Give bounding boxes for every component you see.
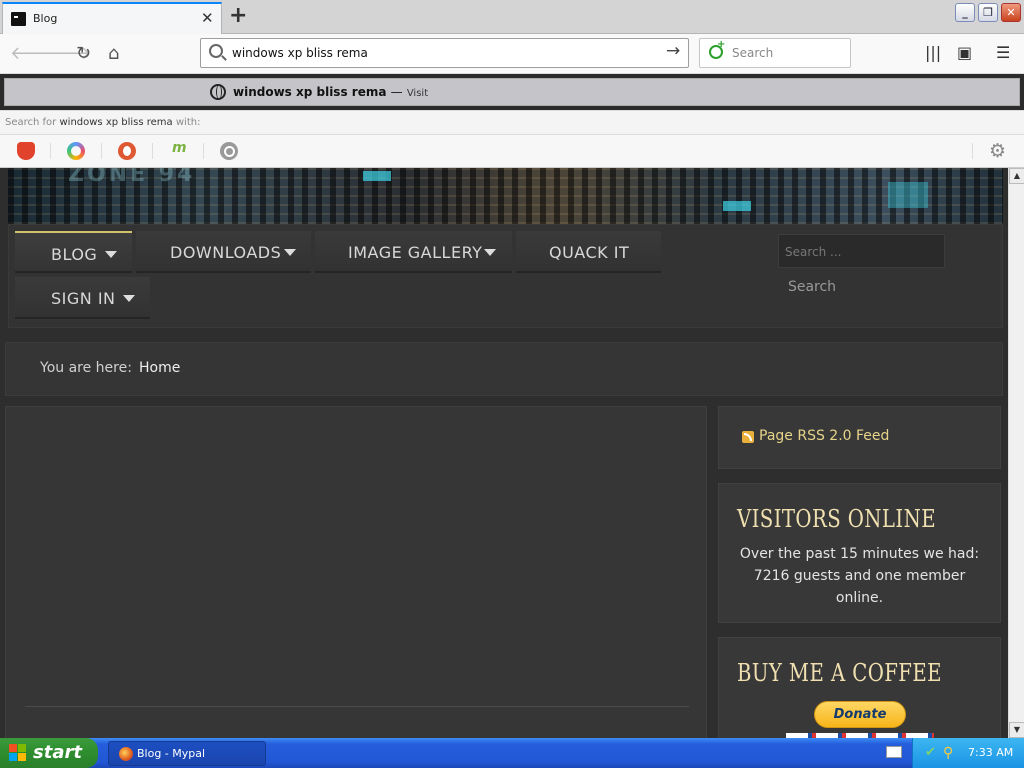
reload-icon[interactable]: ↻: [76, 43, 91, 64]
duckduckgo-icon[interactable]: [118, 142, 136, 160]
separator: [50, 143, 51, 159]
new-tab-icon[interactable]: +: [229, 3, 247, 28]
url-input[interactable]: windows xp bliss rema: [232, 46, 368, 60]
visitors-text: Over the past 15 minutes we had: 7216 gu…: [739, 546, 980, 606]
caret-down-icon: [284, 249, 296, 256]
url-bar[interactable]: windows xp bliss rema →: [200, 38, 689, 68]
rss-icon: [742, 431, 754, 443]
divider: [25, 706, 689, 707]
browser-icon: [119, 747, 133, 761]
menu-item-label: QUACK IT: [549, 243, 630, 262]
visitors-title: VISITORS ONLINE: [737, 505, 936, 533]
site-search-input[interactable]: Search ...: [778, 234, 945, 268]
site-search-button[interactable]: Search: [778, 272, 846, 302]
site-logo[interactable]: ZONE 94: [68, 168, 195, 187]
brave-icon[interactable]: [17, 142, 35, 160]
caret-down-icon: [484, 249, 496, 256]
navigation-bar: 🡐 🡒 ↻ ⌂ windows xp bliss rema → Search |…: [0, 34, 1024, 74]
start-label: start: [33, 742, 82, 763]
gear-icon[interactable]: ⚙: [989, 140, 1006, 162]
menu-item-image-gallery[interactable]: IMAGE GALLERY: [315, 231, 512, 273]
site-banner: ZONE 94: [8, 168, 1003, 224]
search-icon: [209, 44, 223, 58]
rss-widget: Page RSS 2.0 Feed: [718, 406, 1001, 469]
search-tray-icon[interactable]: ⚲: [943, 745, 958, 761]
tab-bar: Blog ✕ + _ ❐ ✕: [0, 0, 1024, 34]
menu-item-label: DOWNLOADS: [170, 243, 282, 262]
tab-title: Blog: [33, 12, 58, 25]
separator: [152, 143, 153, 159]
mojeek-icon[interactable]: m: [172, 140, 190, 158]
close-tab-icon[interactable]: ✕: [201, 9, 214, 27]
taskbar-item-blog[interactable]: Blog - Mypal: [108, 741, 266, 766]
go-arrow-icon[interactable]: →: [666, 41, 680, 61]
add-search-engine-icon: [709, 39, 725, 59]
menu-item-sign-in[interactable]: SIGN IN: [15, 277, 150, 319]
terminal-favicon-icon: [11, 12, 26, 26]
coffee-title: BUY ME A COFFEE: [737, 659, 942, 687]
globe-icon: [210, 84, 226, 100]
coffee-widget: BUY ME A COFFEE Donate: [718, 637, 1001, 738]
system-tray: ✔ ⚲ 7:33 AM: [912, 738, 1024, 768]
start-button[interactable]: start: [0, 738, 98, 768]
network-icon[interactable]: ✔: [925, 745, 940, 760]
clock: 7:33 AM: [968, 746, 1014, 759]
suggestion-text: windows xp bliss rema — Visit: [233, 85, 429, 99]
menu-item-quack-it[interactable]: QUACK IT: [516, 231, 661, 273]
tab-blog[interactable]: Blog ✕: [2, 2, 222, 34]
taskbar: start Blog - Mypal ✔ ⚲ 7:33 AM: [0, 738, 1024, 768]
banner-light: [888, 182, 928, 208]
search-bar[interactable]: Search: [699, 38, 851, 68]
home-icon[interactable]: ⌂: [108, 43, 119, 64]
rss-feed-link[interactable]: Page RSS 2.0 Feed: [759, 428, 889, 444]
scroll-up-icon[interactable]: ▲: [1009, 168, 1024, 184]
banner-light: [363, 171, 391, 181]
screen: Blog ✕ + _ ❐ ✕ 🡐 🡒 ↻ ⌂ windows xp bliss …: [0, 0, 1024, 768]
url-suggestion-row[interactable]: windows xp bliss rema — Visit: [4, 78, 1020, 106]
breadcrumb: You are here: Home: [5, 342, 1003, 396]
search-icon[interactable]: [220, 142, 238, 160]
library-icon[interactable]: |||: [925, 43, 941, 62]
menu-icon[interactable]: ☰: [996, 43, 1010, 62]
scroll-down-icon[interactable]: ▼: [1009, 722, 1024, 738]
site-search-placeholder: Search ...: [785, 245, 842, 259]
separator: [203, 143, 204, 159]
web-page: ZONE 94 BLOG DOWNLOADS IMAGE GALLERY QUA…: [0, 168, 1008, 738]
separator: [101, 143, 102, 159]
menu-item-label: SIGN IN: [51, 289, 116, 308]
windows-flag-icon: [9, 744, 27, 762]
menu-item-blog[interactable]: BLOG: [15, 231, 132, 273]
taskbar-item-label: Blog - Mypal: [137, 747, 206, 760]
main-content: [5, 406, 707, 738]
breadcrumb-home-link[interactable]: Home: [139, 360, 180, 376]
donate-button[interactable]: Donate: [814, 701, 906, 728]
restore-window-button[interactable]: ❐: [978, 3, 998, 22]
qwant-icon[interactable]: [67, 142, 85, 160]
breadcrumb-prefix: You are here:: [40, 360, 132, 376]
visitors-widget: VISITORS ONLINE Over the past 15 minutes…: [718, 483, 1001, 623]
banner-light: [723, 201, 751, 211]
keyboard-icon[interactable]: [886, 746, 902, 758]
search-engines-row: m ⚙: [0, 135, 1024, 168]
caret-down-icon: [123, 295, 135, 302]
search-bar-placeholder: Search: [732, 46, 774, 60]
caret-down-icon: [105, 251, 117, 258]
minimize-window-button[interactable]: _: [955, 3, 975, 22]
sidebar-icon[interactable]: ▣: [957, 43, 972, 62]
page-scrollbar[interactable]: ▲ ▼: [1008, 168, 1024, 738]
separator: [972, 143, 973, 159]
menu-item-label: IMAGE GALLERY: [348, 243, 483, 262]
menu-item-label: BLOG: [51, 245, 98, 264]
close-window-button[interactable]: ✕: [1001, 3, 1021, 22]
search-with-label: Search for windows xp bliss rema with:: [5, 117, 201, 128]
menu-item-downloads[interactable]: DOWNLOADS: [136, 231, 311, 273]
search-with-row: Search for windows xp bliss rema with:: [0, 110, 1024, 135]
